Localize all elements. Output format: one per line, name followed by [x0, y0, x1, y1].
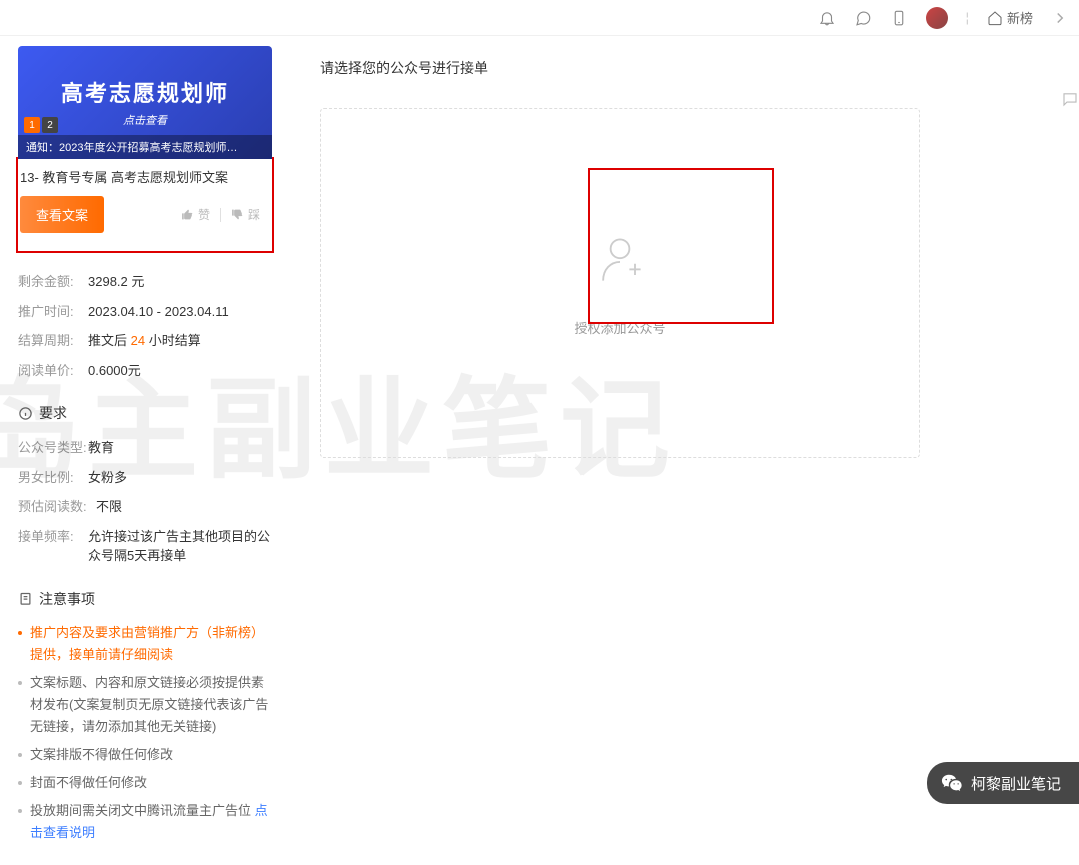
- notice-item: 投放期间需关闭文中腾讯流量主广告位 点击查看说明: [18, 797, 272, 847]
- wechat-name: 柯黎副业笔记: [971, 773, 1061, 794]
- card-actions: 查看文案 赞 踩: [20, 196, 270, 233]
- banner-caption: 通知：2023年度公开招募高考志愿规划师…: [18, 135, 272, 159]
- period-label: 推广时间:: [18, 302, 88, 322]
- settle-value: 推文后 24 小时结算: [88, 331, 201, 351]
- message-icon[interactable]: [854, 9, 872, 27]
- notice-title: 注意事项: [39, 589, 95, 609]
- req-freq-value: 允许接过该广告主其他项目的公众号隔5天再接单: [88, 527, 272, 566]
- notice-header: 注意事项: [18, 589, 272, 609]
- settle-label: 结算周期:: [18, 331, 88, 351]
- notice-item: 文案排版不得做任何修改: [18, 741, 272, 769]
- req-gender-value: 女粉多: [88, 468, 127, 488]
- req-type-label: 公众号类型:: [18, 438, 88, 458]
- info-period: 推广时间: 2023.04.10 - 2023.04.11: [18, 297, 272, 327]
- like-button[interactable]: 赞: [171, 206, 220, 223]
- add-user-icon: [590, 230, 650, 290]
- req-type-value: 教育: [88, 438, 114, 458]
- req-freq: 接单频率: 允许接过该广告主其他项目的公众号隔5天再接单: [18, 522, 272, 571]
- req-gender: 男女比例: 女粉多: [18, 463, 272, 493]
- authorize-text: 授权添加公众号: [574, 318, 665, 337]
- req-reads-value: 不限: [96, 497, 122, 517]
- price-value: 0.6000元: [88, 361, 141, 381]
- notice-item: 封面不得做任何修改: [18, 769, 272, 797]
- balance-value: 3298.2 元: [88, 272, 144, 292]
- top-nav: ¦ 新榜: [0, 0, 1079, 36]
- like-label: 赞: [198, 206, 210, 223]
- bell-icon[interactable]: [818, 9, 836, 27]
- info-price: 阅读单价: 0.6000元: [18, 356, 272, 386]
- chevron-right-icon[interactable]: [1051, 9, 1069, 27]
- home-label: 新榜: [1007, 8, 1033, 27]
- info-balance: 剩余金额: 3298.2 元: [18, 267, 272, 297]
- sidebar: 高考志愿规划师 点击查看 1 2 通知：2023年度公开招募高考志愿规划师… 1…: [0, 36, 290, 865]
- req-gender-label: 男女比例:: [18, 468, 88, 488]
- req-freq-label: 接单频率:: [18, 527, 88, 566]
- notice-item: 推广内容及要求由营销推广方（非新榜）提供，接单前请仔细阅读: [18, 619, 272, 669]
- home-link[interactable]: 新榜: [987, 8, 1033, 27]
- info-settle: 结算周期: 推文后 24 小时结算: [18, 326, 272, 356]
- dislike-label: 踩: [248, 206, 260, 223]
- promo-card-image[interactable]: 高考志愿规划师 点击查看 1 2 通知：2023年度公开招募高考志愿规划师…: [18, 46, 272, 159]
- divider: ¦: [966, 10, 969, 25]
- req-reads-label: 预估阅读数:: [18, 497, 96, 517]
- wechat-float[interactable]: 柯黎副业笔记: [927, 762, 1079, 804]
- badge-1: 1: [24, 117, 40, 133]
- notice-list: 推广内容及要求由营销推广方（非新榜）提供，接单前请仔细阅读 文案标题、内容和原文…: [18, 619, 272, 848]
- notice-item: 文案标题、内容和原文链接必须按提供素材发布(文案复制页无原文链接代表该广告无链接…: [18, 669, 272, 741]
- wechat-icon: [941, 772, 963, 794]
- chat-icon[interactable]: [1061, 90, 1079, 111]
- price-label: 阅读单价:: [18, 361, 88, 381]
- rank-badges: 1 2: [24, 117, 58, 133]
- banner-title: 高考志愿规划师: [18, 76, 272, 108]
- avatar[interactable]: [926, 7, 948, 29]
- authorize-account-box[interactable]: 授权添加公众号: [320, 108, 920, 458]
- main-prompt: 请选择您的公众号进行接单: [320, 58, 1049, 78]
- dislike-button[interactable]: 踩: [221, 206, 270, 223]
- vote-group: 赞 踩: [171, 206, 270, 223]
- req-reads: 预估阅读数: 不限: [18, 492, 272, 522]
- req-type: 公众号类型: 教育: [18, 433, 272, 463]
- card-title: 13- 教育号专属 高考志愿规划师文案: [20, 159, 270, 196]
- main-panel: 请选择您的公众号进行接单 授权添加公众号: [290, 36, 1079, 865]
- period-value: 2023.04.10 - 2023.04.11: [88, 302, 229, 322]
- requirements-title: 要求: [39, 403, 67, 423]
- view-copy-button[interactable]: 查看文案: [20, 196, 104, 233]
- phone-icon[interactable]: [890, 9, 908, 27]
- requirements-header: 要求: [18, 403, 272, 423]
- badge-2: 2: [42, 117, 58, 133]
- balance-label: 剩余金额:: [18, 272, 88, 292]
